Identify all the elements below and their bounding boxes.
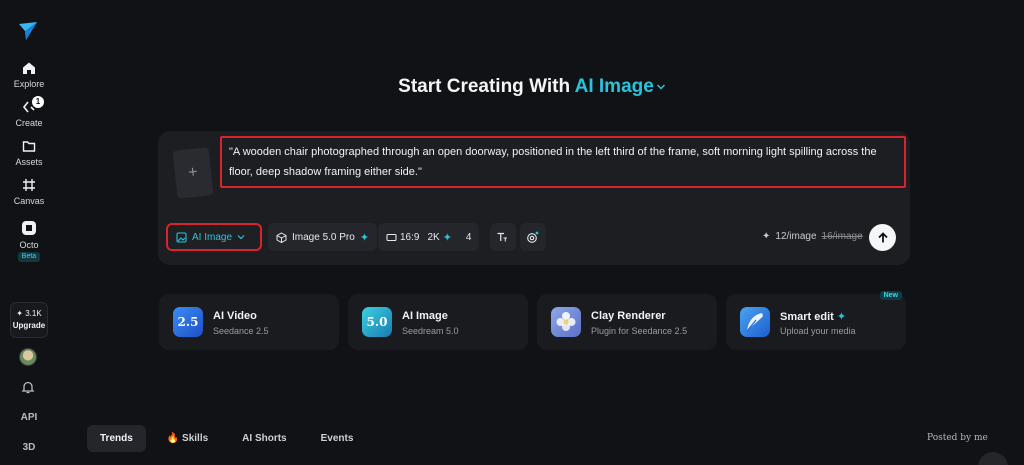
folder-icon bbox=[22, 141, 36, 152]
model-label: Image 5.0 Pro bbox=[292, 231, 355, 243]
ai-video-thumbnail: 2.5 bbox=[173, 307, 203, 337]
card-subtitle: Seedream 5.0 bbox=[402, 326, 459, 336]
tab-events[interactable]: Events bbox=[308, 425, 367, 452]
chevron-down-icon bbox=[237, 235, 245, 240]
tab-skills[interactable]: 🔥 Skills bbox=[154, 425, 221, 452]
heading-prefix: Start Creating With bbox=[398, 76, 571, 97]
3d-link[interactable]: 3D bbox=[0, 442, 58, 453]
home-icon bbox=[23, 62, 35, 74]
count-label: 4 bbox=[465, 231, 472, 243]
cost-label: 12/image bbox=[775, 231, 817, 242]
upgrade-button[interactable]: ✦ 3.1K Upgrade bbox=[10, 302, 48, 338]
card-clay-renderer[interactable]: Clay Renderer Plugin for Seedance 2.5 bbox=[537, 294, 717, 350]
feather-graphic bbox=[746, 313, 763, 332]
sparkle-icon: ✦ bbox=[359, 231, 370, 244]
sidebar-item-octo[interactable]: Octo Beta bbox=[0, 220, 58, 262]
sidebar-item-label: Octo bbox=[19, 240, 39, 250]
prompt-input[interactable]: "A wooden chair photographed through an … bbox=[220, 136, 906, 188]
sparkle-icon: ✦ bbox=[836, 311, 847, 323]
sidebar-item-label: Canvas bbox=[13, 196, 45, 206]
cost-indicator: ✦ 12/image 16/image bbox=[762, 231, 863, 242]
sidebar-item-assets[interactable]: Assets bbox=[0, 139, 58, 167]
old-cost-label: 16/image bbox=[821, 231, 863, 242]
image-icon bbox=[176, 231, 187, 243]
flame-icon: 🔥 bbox=[166, 433, 180, 444]
card-title: AI Video bbox=[213, 310, 257, 322]
text-format-button[interactable] bbox=[490, 223, 516, 251]
ratio-label: 16:9 bbox=[400, 231, 420, 243]
card-ai-video[interactable]: 2.5 AI Video Seedance 2.5 bbox=[159, 294, 339, 350]
sidebar-item-label: Assets bbox=[15, 157, 43, 167]
thumb-text: 5.0 bbox=[366, 315, 388, 329]
chevron-down-icon bbox=[656, 84, 665, 90]
sparkle-icon: ✦ bbox=[16, 309, 23, 318]
card-smart-edit[interactable]: Smart edit ✦ Upload your media New bbox=[726, 291, 906, 350]
settings-selector[interactable]: 16:9 2K ✦ 4 bbox=[378, 223, 480, 251]
tab-ai-shorts[interactable]: AI Shorts bbox=[229, 425, 299, 452]
card-subtitle: Upload your media bbox=[780, 326, 856, 336]
mode-label: AI Image bbox=[192, 231, 233, 243]
scroll-button[interactable] bbox=[978, 452, 1008, 465]
card-title: Smart edit ✦ bbox=[780, 310, 846, 323]
tab-trends[interactable]: Trends bbox=[87, 425, 146, 452]
canvas-icon bbox=[23, 179, 35, 191]
plus-icon: + bbox=[187, 163, 199, 182]
card-subtitle: Plugin for Seedance 2.5 bbox=[591, 326, 688, 336]
generate-button[interactable] bbox=[869, 224, 896, 251]
flower-icon bbox=[551, 307, 581, 337]
octo-icon bbox=[22, 221, 36, 235]
sidebar-item-label: Create bbox=[15, 118, 43, 128]
card-title: Clay Renderer bbox=[591, 310, 666, 322]
card-title-text: Smart edit bbox=[780, 311, 834, 323]
thumb-text: 2.5 bbox=[177, 315, 199, 329]
upgrade-label: Upgrade bbox=[12, 321, 46, 330]
mode-dropdown[interactable]: AI Image bbox=[166, 223, 262, 251]
prompt-panel: + "A wooden chair photographed through a… bbox=[158, 131, 910, 265]
text-icon bbox=[497, 232, 507, 242]
content-tabs: Trends 🔥 Skills AI Shorts Events bbox=[87, 425, 366, 452]
credits-count: 3.1K bbox=[25, 309, 42, 318]
arrow-up-icon bbox=[877, 231, 888, 242]
ai-image-thumbnail: 5.0 bbox=[362, 307, 392, 337]
card-subtitle: Seedance 2.5 bbox=[213, 326, 269, 336]
avatar[interactable] bbox=[19, 348, 37, 366]
add-reference-button[interactable]: + bbox=[172, 147, 214, 199]
tab-label: Skills bbox=[182, 433, 209, 444]
page-title: Start Creating With AI Image bbox=[0, 76, 1024, 98]
sidebar: Explore 1 Create Assets Canvas Octo Beta… bbox=[0, 0, 58, 465]
at-icon bbox=[527, 231, 539, 243]
cube-icon bbox=[276, 231, 287, 243]
resolution-label: 2K bbox=[427, 231, 440, 243]
mention-button[interactable] bbox=[520, 223, 546, 251]
heading-mode: AI Image bbox=[574, 76, 654, 97]
sidebar-item-canvas[interactable]: Canvas bbox=[0, 178, 58, 206]
api-link[interactable]: API bbox=[0, 412, 58, 423]
sidebar-item-create[interactable]: 1 Create bbox=[0, 96, 58, 128]
mode-selector[interactable]: AI Image bbox=[575, 76, 666, 97]
sparkle-icon: ✦ bbox=[762, 231, 771, 242]
feather-icon bbox=[740, 307, 770, 337]
logo-icon[interactable] bbox=[17, 20, 39, 42]
bell-icon[interactable] bbox=[21, 380, 35, 394]
new-badge: New bbox=[879, 291, 902, 300]
card-ai-image[interactable]: 5.0 AI Image Seedream 5.0 bbox=[348, 294, 528, 350]
ratio-icon bbox=[386, 233, 397, 241]
flower-graphic bbox=[556, 312, 576, 331]
beta-badge: Beta bbox=[17, 252, 41, 262]
sparkle-icon: ✦ bbox=[442, 231, 452, 244]
card-title: AI Image bbox=[402, 310, 448, 322]
model-selector[interactable]: Image 5.0 Pro ✦ bbox=[268, 223, 378, 251]
posted-by-me-filter[interactable]: Posted by me bbox=[927, 433, 988, 443]
